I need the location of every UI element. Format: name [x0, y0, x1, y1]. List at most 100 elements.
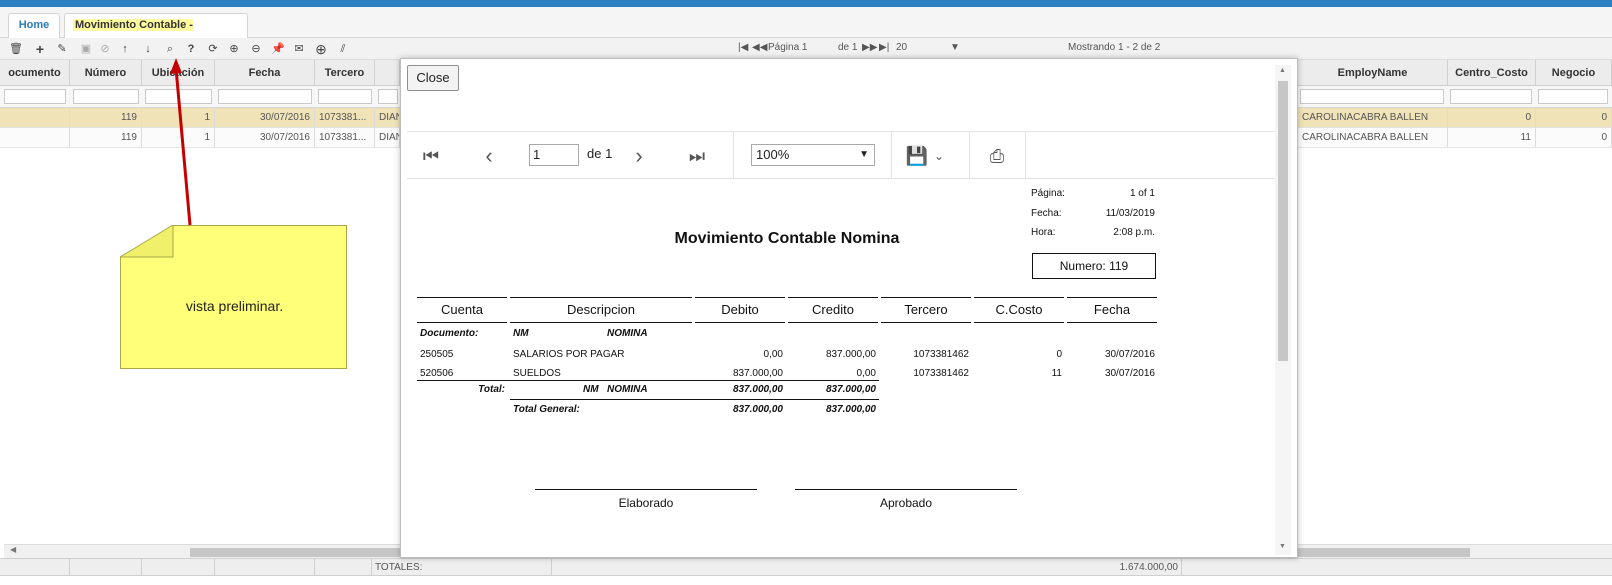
- chevron-down-icon[interactable]: ▼: [950, 42, 960, 53]
- cell-employname: CAROLINACABRA BALLEN: [1298, 128, 1448, 148]
- scroll-down-icon[interactable]: ▼: [1279, 543, 1286, 550]
- cell-numero: 119: [70, 128, 142, 148]
- plus-icon[interactable]: +: [32, 41, 48, 57]
- col-header-tercero[interactable]: Tercero: [315, 60, 375, 86]
- fecha-label: Fecha:: [1031, 208, 1062, 219]
- col-header-centro-costo[interactable]: Centro_Costo: [1448, 60, 1536, 86]
- filter-input[interactable]: [145, 89, 212, 104]
- report-viewer-modal: Close ⏮ ‹ 1 de 1 › ⏭ 100% ▼ 💾 ⌄ ⎙ Página:…: [400, 58, 1298, 558]
- col-header-fecha[interactable]: Fecha: [215, 60, 315, 86]
- filter-input[interactable]: [1450, 89, 1532, 104]
- filter-input[interactable]: [318, 89, 372, 104]
- pager-showing-text: Mostrando 1 - 2 de 2: [1068, 42, 1161, 53]
- col-header-negocio[interactable]: Negocio: [1536, 60, 1612, 86]
- col-header-numero[interactable]: Número: [70, 60, 142, 86]
- save-icon[interactable]: 💾: [905, 144, 929, 168]
- col-header-employname[interactable]: EmployName: [1298, 60, 1448, 86]
- preview-icon[interactable]: ⌕: [162, 41, 178, 57]
- arrow-down-icon[interactable]: ↓: [140, 41, 156, 57]
- totals-footer: TOTALES: 1.674.000,00: [0, 558, 1612, 576]
- trash-icon[interactable]: 🗑: [8, 41, 24, 57]
- filter-input[interactable]: [4, 89, 66, 104]
- pager-page-label[interactable]: Página 1: [768, 42, 807, 53]
- report-col-descripcion: Descripcion: [510, 297, 692, 323]
- page-size-select[interactable]: 20: [896, 42, 907, 53]
- line-cuenta: 520506: [420, 368, 454, 379]
- filter-input[interactable]: [218, 89, 312, 104]
- line-debito: 837.000,00: [732, 368, 783, 379]
- top-accent-bar: [0, 0, 1612, 7]
- divider: [969, 132, 970, 179]
- page-number-input[interactable]: 1: [529, 144, 579, 166]
- last-page-icon[interactable]: ⏭: [685, 144, 709, 168]
- pager-first-button[interactable]: |◀: [738, 42, 748, 53]
- cell-extra: DIAN: [375, 108, 400, 128]
- aprobado-label: Aprobado: [879, 496, 933, 510]
- divider: [1025, 132, 1026, 179]
- documento-label: Documento:: [420, 328, 479, 339]
- filter-input[interactable]: [1538, 89, 1608, 104]
- line-fecha: 30/07/2016: [1104, 368, 1155, 379]
- col-header-ubicacion[interactable]: Ubicación: [142, 60, 215, 86]
- cancel-icon[interactable]: ⊘: [97, 41, 113, 57]
- first-page-icon[interactable]: ⏮: [419, 144, 443, 168]
- zoom-select[interactable]: 100% ▼: [751, 144, 875, 166]
- total-general-debito: 837.000,00: [732, 404, 783, 415]
- pager-prev-button[interactable]: ◀◀: [752, 42, 767, 53]
- report-col-tercero: Tercero: [881, 297, 971, 323]
- save-icon[interactable]: ▣: [78, 41, 94, 57]
- numero-box: Numero: 119: [1032, 253, 1156, 279]
- col-header-documento[interactable]: ocumento: [0, 60, 70, 86]
- scrollbar-thumb[interactable]: [1278, 81, 1288, 361]
- mail-icon[interactable]: ✉: [291, 41, 307, 57]
- line-debito: 0,00: [763, 349, 783, 360]
- tab-home[interactable]: Home: [8, 13, 60, 38]
- report-col-cuenta: Cuenta: [417, 297, 507, 323]
- scroll-up-icon[interactable]: ▲: [1279, 67, 1286, 74]
- add-circle-icon[interactable]: ⊕: [313, 41, 329, 57]
- cell-documento: [0, 128, 70, 148]
- pager-last-button[interactable]: ▶|: [879, 42, 889, 53]
- pagina-value: 1 of 1: [1129, 188, 1155, 199]
- tab-movimiento-contable[interactable]: Movimiento Contable -[nnmc]×: [64, 13, 248, 54]
- line-tercero: 1073381462: [913, 368, 969, 379]
- report-col-fecha: Fecha: [1067, 297, 1157, 323]
- report-title: Movimiento Contable Nomina: [674, 230, 900, 247]
- line-credito: 0,00: [856, 368, 876, 379]
- zoom-in-icon[interactable]: ⊕: [226, 41, 242, 57]
- prev-page-icon[interactable]: ‹: [477, 144, 501, 168]
- filter-input[interactable]: [378, 89, 398, 104]
- cell-documento: [0, 108, 70, 128]
- vertical-scrollbar[interactable]: ▲ ▼: [1275, 65, 1291, 555]
- help-icon[interactable]: ?: [183, 41, 199, 57]
- documento-code: NM: [513, 328, 529, 339]
- pin-icon[interactable]: 📌: [270, 41, 286, 57]
- filter-input[interactable]: [1300, 89, 1444, 104]
- cell-extra: DIAN: [375, 128, 400, 148]
- line-ccosto: 0: [1056, 349, 1062, 360]
- note-fold-corner: [120, 225, 174, 258]
- filter-input[interactable]: [73, 89, 139, 104]
- line-credito: 837.000,00: [825, 349, 876, 360]
- pager-next-button[interactable]: ▶▶: [862, 42, 877, 53]
- footer-cell: [315, 559, 372, 576]
- cell-centro-costo: 11: [1448, 128, 1536, 148]
- close-button[interactable]: Close: [407, 65, 459, 91]
- resize-icon[interactable]: ⫽: [335, 41, 351, 57]
- arrow-up-icon[interactable]: ↑: [117, 41, 133, 57]
- zoom-out-icon[interactable]: ⊖: [248, 41, 264, 57]
- chevron-down-icon[interactable]: ⌄: [927, 144, 951, 168]
- line-cuenta: 250505: [420, 349, 454, 360]
- pencil-icon[interactable]: ✎: [54, 41, 70, 57]
- scroll-left-icon[interactable]: ◀: [10, 545, 16, 554]
- zoom-value: 100%: [756, 147, 790, 162]
- totales-label: TOTALES:: [372, 559, 552, 576]
- cell-tercero: 1073381...: [315, 128, 375, 148]
- toolbar: 🗑 + ✎ ▣ ⊘ ↑ ↓ ⌕ ? ⟳ ⊕ ⊖ 📌 ✉ ⊕ ⫽ |◀ ◀◀ Pá…: [0, 38, 1612, 60]
- print-icon[interactable]: ⎙: [985, 144, 1009, 168]
- col-header-extra[interactable]: [375, 60, 400, 86]
- next-page-icon[interactable]: ›: [627, 144, 651, 168]
- refresh-icon[interactable]: ⟳: [205, 41, 221, 57]
- report-col-credito: Credito: [788, 297, 878, 323]
- line-ccosto: 11: [1051, 368, 1062, 379]
